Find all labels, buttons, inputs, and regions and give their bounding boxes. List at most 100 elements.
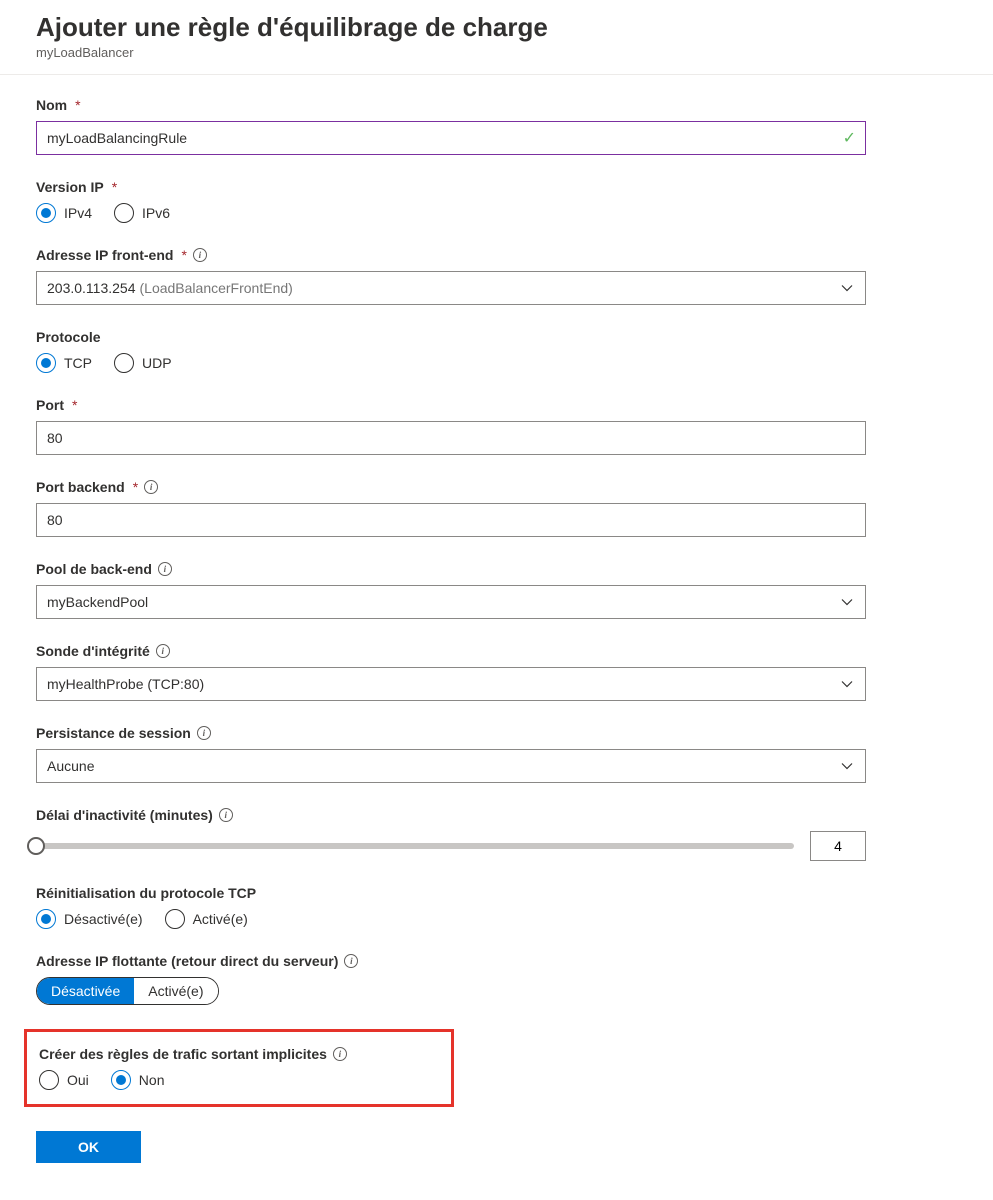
idle-timeout-value-input[interactable]	[810, 831, 866, 861]
radio-tcp-reset-enabled[interactable]: Activé(e)	[165, 909, 248, 929]
radio-label-ipv6: IPv6	[142, 205, 170, 221]
field-idle-timeout: Délai d'inactivité (minutes) i	[36, 807, 957, 861]
info-icon[interactable]: i	[193, 248, 207, 262]
field-frontend-ip: Adresse IP front-end * i 203.0.113.254 (…	[36, 247, 957, 305]
health-probe-value: myHealthProbe (TCP:80)	[47, 676, 204, 692]
implicit-outbound-label-row: Créer des règles de trafic sortant impli…	[39, 1046, 437, 1062]
protocol-label-row: Protocole	[36, 329, 957, 345]
radio-tcp[interactable]: TCP	[36, 353, 92, 373]
health-probe-select[interactable]: myHealthProbe (TCP:80)	[36, 667, 866, 701]
ip-version-radio-group: IPv4 IPv6	[36, 203, 957, 223]
required-asterisk: *	[133, 479, 138, 495]
session-persistence-label-row: Persistance de session i	[36, 725, 957, 741]
port-label-row: Port *	[36, 397, 957, 413]
name-label: Nom	[36, 97, 67, 113]
frontend-ip-value-name: (LoadBalancerFrontEnd)	[140, 280, 293, 296]
backend-pool-select[interactable]: myBackendPool	[36, 585, 866, 619]
radio-label-enabled: Activé(e)	[193, 911, 248, 927]
required-asterisk: *	[181, 247, 186, 263]
radio-icon	[36, 909, 56, 929]
tcp-reset-label: Réinitialisation du protocole TCP	[36, 885, 256, 901]
page-title: Ajouter une règle d'équilibrage de charg…	[36, 12, 957, 43]
tcp-reset-label-row: Réinitialisation du protocole TCP	[36, 885, 957, 901]
radio-tcp-reset-disabled[interactable]: Désactivé(e)	[36, 909, 143, 929]
radio-label-disabled: Désactivé(e)	[64, 911, 143, 927]
radio-label-no: Non	[139, 1072, 165, 1088]
info-icon[interactable]: i	[156, 644, 170, 658]
backend-port-input[interactable]	[36, 503, 866, 537]
name-input[interactable]	[36, 121, 866, 155]
field-ip-version: Version IP * IPv4 IPv6	[36, 179, 957, 223]
implicit-outbound-label: Créer des règles de trafic sortant impli…	[39, 1046, 327, 1062]
session-persistence-select[interactable]: Aucune	[36, 749, 866, 783]
ok-button[interactable]: OK	[36, 1131, 141, 1163]
field-protocol: Protocole TCP UDP	[36, 329, 957, 373]
implicit-outbound-radio-group: Oui Non	[39, 1070, 437, 1090]
floating-ip-toggle: Désactivée Activé(e)	[36, 977, 219, 1005]
backend-pool-label: Pool de back-end	[36, 561, 152, 577]
protocol-radio-group: TCP UDP	[36, 353, 957, 373]
radio-label-udp: UDP	[142, 355, 172, 371]
port-input[interactable]	[36, 421, 866, 455]
info-icon[interactable]: i	[158, 562, 172, 576]
field-tcp-reset: Réinitialisation du protocole TCP Désact…	[36, 885, 957, 929]
ip-version-label: Version IP	[36, 179, 104, 195]
port-label: Port	[36, 397, 64, 413]
radio-icon	[39, 1070, 59, 1090]
backend-port-label-row: Port backend * i	[36, 479, 957, 495]
frontend-ip-label: Adresse IP front-end	[36, 247, 173, 263]
pill-enabled[interactable]: Activé(e)	[134, 978, 217, 1004]
required-asterisk: *	[72, 397, 77, 413]
radio-label-yes: Oui	[67, 1072, 89, 1088]
radio-ipv4[interactable]: IPv4	[36, 203, 92, 223]
field-implicit-outbound: Créer des règles de trafic sortant impli…	[39, 1046, 437, 1090]
required-asterisk: *	[75, 97, 80, 113]
info-icon[interactable]: i	[197, 726, 211, 740]
health-probe-label-row: Sonde d'intégrité i	[36, 643, 957, 659]
radio-label-ipv4: IPv4	[64, 205, 92, 221]
required-asterisk: *	[112, 179, 117, 195]
frontend-ip-select[interactable]: 203.0.113.254 (LoadBalancerFrontEnd)	[36, 271, 866, 305]
radio-icon	[36, 203, 56, 223]
radio-udp[interactable]: UDP	[114, 353, 172, 373]
session-persistence-label: Persistance de session	[36, 725, 191, 741]
radio-icon	[165, 909, 185, 929]
idle-timeout-slider[interactable]	[36, 843, 794, 849]
floating-ip-label: Adresse IP flottante (retour direct du s…	[36, 953, 338, 969]
info-icon[interactable]: i	[219, 808, 233, 822]
protocol-label: Protocole	[36, 329, 101, 345]
info-icon[interactable]: i	[144, 480, 158, 494]
implicit-outbound-highlight: Créer des règles de trafic sortant impli…	[24, 1029, 454, 1107]
health-probe-label: Sonde d'intégrité	[36, 643, 150, 659]
tcp-reset-radio-group: Désactivé(e) Activé(e)	[36, 909, 957, 929]
radio-ipv6[interactable]: IPv6	[114, 203, 170, 223]
slider-thumb[interactable]	[27, 837, 45, 855]
field-health-probe: Sonde d'intégrité i myHealthProbe (TCP:8…	[36, 643, 957, 701]
backend-port-label: Port backend	[36, 479, 125, 495]
page-header: Ajouter une règle d'équilibrage de charg…	[36, 12, 957, 60]
pill-disabled[interactable]: Désactivée	[37, 978, 134, 1004]
field-name: Nom * ✓	[36, 97, 957, 155]
field-session-persistence: Persistance de session i Aucune	[36, 725, 957, 783]
radio-implicit-no[interactable]: Non	[111, 1070, 165, 1090]
idle-timeout-label-row: Délai d'inactivité (minutes) i	[36, 807, 957, 823]
radio-icon	[36, 353, 56, 373]
radio-icon	[111, 1070, 131, 1090]
field-floating-ip: Adresse IP flottante (retour direct du s…	[36, 953, 957, 1005]
session-persistence-value: Aucune	[47, 758, 94, 774]
idle-timeout-label: Délai d'inactivité (minutes)	[36, 807, 213, 823]
backend-pool-value: myBackendPool	[47, 594, 148, 610]
header-divider	[0, 74, 993, 75]
floating-ip-label-row: Adresse IP flottante (retour direct du s…	[36, 953, 957, 969]
frontend-ip-label-row: Adresse IP front-end * i	[36, 247, 957, 263]
field-backend-pool: Pool de back-end i myBackendPool	[36, 561, 957, 619]
page-subtitle: myLoadBalancer	[36, 45, 957, 60]
radio-implicit-yes[interactable]: Oui	[39, 1070, 89, 1090]
name-label-row: Nom *	[36, 97, 957, 113]
radio-icon	[114, 203, 134, 223]
field-backend-port: Port backend * i	[36, 479, 957, 537]
radio-icon	[114, 353, 134, 373]
info-icon[interactable]: i	[333, 1047, 347, 1061]
info-icon[interactable]: i	[344, 954, 358, 968]
radio-label-tcp: TCP	[64, 355, 92, 371]
